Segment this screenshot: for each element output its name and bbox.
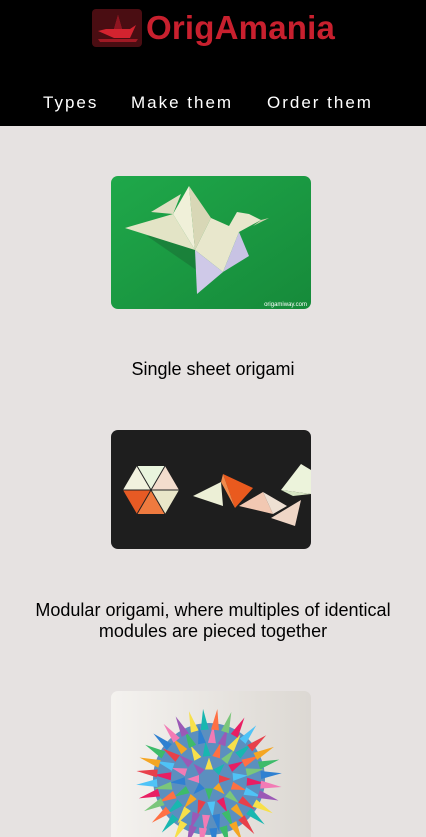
kusudama-ball-image [111,691,311,837]
card-caption-single-sheet: Single sheet origami [131,359,295,379]
crane-logo-icon [92,9,142,47]
main-nav: Types Make them Order them [0,90,426,116]
nav-order-them[interactable]: Order them [267,90,373,116]
site-header: OrigAmania Types Make them Order them [0,0,426,126]
brand[interactable]: OrigAmania [92,8,335,48]
modular-origami-image [111,430,311,549]
brand-name: OrigAmania [146,9,336,46]
image-watermark: origamiway.com [264,302,307,308]
nav-types[interactable]: Types [43,90,98,116]
origami-dove-image: origamiway.com [111,176,311,309]
card-caption-modular: Modular origami, where multiples of iden… [35,600,391,641]
nav-make-them[interactable]: Make them [131,90,233,116]
